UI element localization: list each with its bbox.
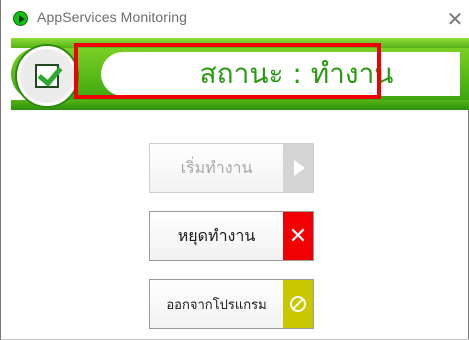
status-highlight-outline bbox=[74, 43, 381, 99]
close-button[interactable]: ✕ bbox=[440, 0, 469, 38]
exit-button-label: ออกจากโปรแกรม bbox=[150, 280, 283, 328]
ban-icon bbox=[283, 280, 313, 328]
checked-box-icon bbox=[35, 64, 59, 88]
play-icon bbox=[283, 144, 313, 192]
app-window: AppServices Monitoring ✕ สถานะ : ทำงาน เ… bbox=[0, 0, 469, 340]
window-title: AppServices Monitoring bbox=[37, 9, 188, 25]
app-logo-icon bbox=[13, 11, 28, 26]
title-bar: AppServices Monitoring ✕ bbox=[1, 0, 469, 38]
status-header: สถานะ : ทำงาน bbox=[1, 38, 469, 110]
close-x-icon: ✕ bbox=[283, 212, 313, 260]
exit-button[interactable]: ออกจากโปรแกรม bbox=[149, 279, 314, 329]
header-bottom-stripe bbox=[11, 100, 469, 110]
start-button[interactable]: เริ่มทำงาน bbox=[149, 143, 314, 193]
stop-button-label: หยุดทำงาน bbox=[150, 212, 283, 260]
stop-button[interactable]: หยุดทำงาน ✕ bbox=[149, 211, 314, 261]
status-indicator bbox=[17, 46, 77, 106]
start-button-label: เริ่มทำงาน bbox=[150, 144, 283, 192]
